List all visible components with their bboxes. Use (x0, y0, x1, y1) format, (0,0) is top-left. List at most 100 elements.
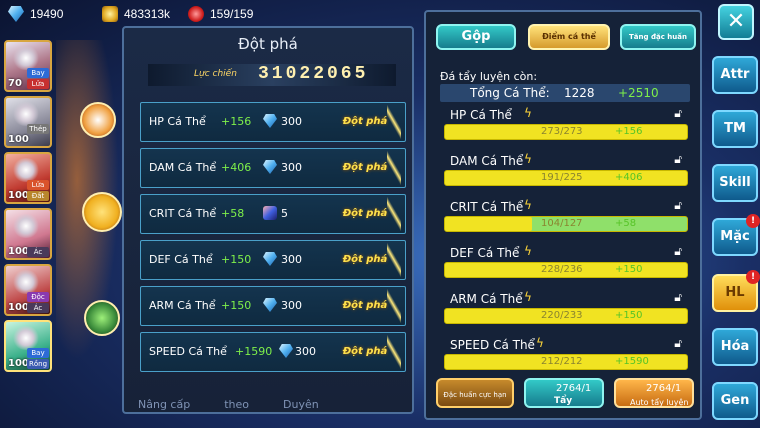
stat-bonus: +156 (221, 115, 252, 128)
stat-bonus: +406 (615, 172, 643, 183)
hero-type-tag: Lửa (27, 180, 49, 190)
diamond-icon (8, 6, 24, 22)
lock-icon[interactable]: 🔓︎ (674, 336, 682, 351)
special-training-button[interactable]: Đặc huấn cực hạn (436, 378, 514, 408)
tab-individual-points[interactable]: Điểm cá thể (528, 24, 610, 50)
panel-title: Đột phá (238, 35, 298, 53)
sparkle-icon (387, 105, 401, 139)
tab-bond[interactable]: Duyên (283, 398, 319, 411)
stat-bar: 228/236 +150 (444, 262, 688, 278)
hero-slot[interactable]: 100 Lửa Đất (4, 152, 52, 204)
hero-type-tag: Rồng (27, 359, 49, 369)
diamond-icon (263, 114, 277, 128)
breakthrough-button[interactable]: Đột phá (341, 159, 389, 177)
stamina-potion-icon (188, 6, 204, 22)
nav-wear[interactable]: Mặc! (712, 214, 760, 256)
hero-portrait (12, 158, 40, 182)
nav-hl-label: HL (725, 285, 745, 300)
breakthrough-panel: Đột phá Lực chiến 31022065 HP Cá Thể +15… (122, 26, 414, 414)
lock-icon[interactable]: 🔓︎ (674, 290, 682, 305)
total-label: Tổng Cá Thể: (470, 86, 550, 100)
hero-slot[interactable]: 100 Bay Rồng (4, 320, 52, 372)
hero-type-tag: Độc (27, 292, 49, 302)
pet-icon[interactable] (84, 300, 120, 336)
stat-name: ARM Cá Thể (450, 292, 523, 306)
breakthrough-button[interactable]: Đột phá (341, 205, 389, 223)
nav-gen[interactable]: Gen (712, 382, 758, 420)
stat-name: HP Cá Thể (450, 108, 512, 122)
stat-bonus: +406 (221, 161, 252, 174)
nav-wear-label: Mặc (720, 229, 750, 244)
tab-merge[interactable]: Gộp (436, 24, 516, 50)
close-icon: ✕ (726, 9, 746, 34)
tab-upgrade[interactable]: Nâng cấp (138, 398, 190, 411)
stat-bonus: +1590 (615, 356, 649, 367)
breakthrough-button[interactable]: Đột phá (341, 113, 389, 131)
stat-name: HP Cá Thể (149, 115, 206, 128)
power-value: 31022065 (258, 64, 369, 84)
hero-slot[interactable]: 70 Bay Lửa (4, 40, 52, 92)
stat-name: DAM Cá Thể (450, 154, 524, 168)
lock-icon[interactable] (82, 192, 122, 232)
breakthrough-button[interactable]: Đột phá (341, 343, 389, 361)
hero-type-tag: Bay (27, 68, 49, 78)
hero-type-tag: Bay (27, 348, 49, 358)
nav-hl[interactable]: HL! (712, 270, 760, 312)
stat-bar: 212/212 +1590 (444, 354, 688, 370)
hero-type-tag: Ác (27, 247, 49, 257)
close-button[interactable]: ✕ (718, 4, 754, 40)
stat-row: DEF Cá Thể +150 300 Đột phá (140, 240, 406, 280)
breakthrough-button[interactable]: Đột phá (341, 297, 389, 315)
stat-bonus: +58 (221, 207, 245, 220)
notification-badge: ! (746, 214, 760, 228)
nav-skill[interactable]: Skill (712, 164, 758, 202)
stat-bonus: +1590 (235, 345, 273, 358)
combat-power: Lực chiến 31022065 (148, 64, 396, 86)
lightning-icon: ϟ (524, 152, 532, 166)
hero-level: 100 (8, 246, 29, 257)
hero-slot[interactable]: 100 Thép (4, 96, 52, 148)
total-individual: Tổng Cá Thể: 1228 +2510 (440, 84, 690, 102)
diamond-value: 19490 (30, 7, 64, 21)
hero-type-tag: Lửa (27, 79, 49, 89)
stat-bar: 273/273 +156 (444, 124, 688, 140)
tab-follow[interactable]: theo (224, 398, 249, 411)
sparkle-icon (387, 243, 401, 277)
hero-level: 70 (8, 78, 22, 89)
weapon-icon[interactable] (80, 102, 116, 138)
diamond-icon (263, 160, 277, 174)
hero-slot[interactable]: 100 Ác (4, 208, 52, 260)
stat-cost: 300 (281, 299, 302, 312)
stat-cost: 5 (281, 207, 288, 220)
stat-name: CRIT Cá Thể (450, 200, 524, 214)
stat-bonus: +156 (615, 126, 643, 137)
sparkle-icon (387, 335, 401, 369)
stat-progress-row: HP Cá Thể ϟ 🔓︎ 273/273 +156 (440, 106, 690, 152)
auto-wash-button[interactable]: 2764/1 Auto tẩy luyện (614, 378, 694, 408)
hero-portrait (12, 46, 40, 70)
stat-value: 212/212 (541, 356, 583, 367)
lightning-icon: ϟ (524, 290, 532, 304)
lock-icon[interactable]: 🔓︎ (674, 106, 682, 121)
stat-name: SPEED Cá Thể (149, 345, 227, 358)
nav-transform[interactable]: Hóa (712, 328, 758, 366)
stat-progress-row: CRIT Cá Thể ϟ 🔓︎ 104/127 +58 (440, 198, 690, 244)
breakthrough-button[interactable]: Đột phá (341, 251, 389, 269)
nav-tm[interactable]: TM (712, 110, 758, 148)
bottom-tabs: Nâng cấp theo Duyên (138, 398, 319, 411)
sparkle-icon (387, 197, 401, 231)
lock-icon[interactable]: 🔓︎ (674, 198, 682, 213)
stat-name: SPEED Cá Thể (450, 338, 535, 352)
tab-special-training[interactable]: Tăng đặc huấn (620, 24, 696, 50)
hero-level: 100 (8, 134, 29, 145)
hero-portrait (12, 326, 40, 350)
diamond-icon (263, 298, 277, 312)
stat-bar: 220/233 +150 (444, 308, 688, 324)
nav-attr[interactable]: Attr (712, 56, 758, 94)
lock-icon[interactable]: 🔓︎ (674, 244, 682, 259)
stat-value: 228/236 (541, 264, 583, 275)
lock-icon[interactable]: 🔓︎ (674, 152, 682, 167)
wash-button[interactable]: 2764/1 Tẩy (524, 378, 604, 408)
lightning-icon: ϟ (524, 244, 532, 258)
hero-slot[interactable]: 100 Độc Ác (4, 264, 52, 316)
